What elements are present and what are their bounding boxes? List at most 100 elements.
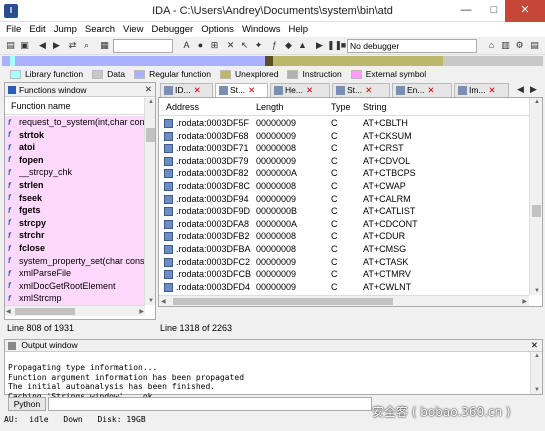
open-icon[interactable]: ▤ [4, 39, 17, 52]
function-name-column-header[interactable]: Function name [5, 98, 145, 115]
menu-edit[interactable]: Edit [29, 24, 45, 35]
graph-icon[interactable]: ⊞ [208, 39, 221, 52]
tab-close-icon[interactable]: ✕ [306, 85, 313, 95]
struct-icon[interactable]: ◆ [282, 39, 295, 52]
string-row[interactable]: .rodata:0003DFC2 00000009 C AT+CTASK [159, 256, 529, 269]
function-row[interactable]: f strchr [5, 229, 145, 242]
function-icon: f [8, 142, 11, 152]
output-window-close-icon[interactable]: ✕ [531, 340, 538, 351]
function-row[interactable]: f fclose [5, 241, 145, 255]
tab-close-icon[interactable]: ✕ [427, 85, 434, 95]
python-input[interactable] [48, 397, 372, 411]
tab-close-icon[interactable]: ✕ [194, 85, 201, 95]
tab-hex-view[interactable]: He... ✕ [270, 83, 330, 97]
tab-imports[interactable]: Im... ✕ [454, 83, 509, 97]
function-row[interactable]: f __strcpy_chk [5, 166, 145, 179]
functions-list[interactable]: f request_to_system(int,char const *,char… [5, 116, 145, 306]
functions-hscroll[interactable]: ◀ ▶ [5, 305, 145, 316]
string-row[interactable]: .rodata:0003DFCB 00000009 C AT+CTMRV [159, 268, 529, 281]
menu-search[interactable]: Search [85, 24, 115, 35]
strings-list[interactable]: .rodata:0003DF5F 00000009 C AT+CBLTH .rodata… [159, 117, 529, 295]
string-column-header[interactable]: String [363, 98, 387, 116]
pointer-icon[interactable]: ↖ [238, 39, 251, 52]
address-column-header[interactable]: Address [166, 98, 199, 116]
data-icon[interactable]: ● [194, 39, 207, 52]
menu-help[interactable]: Help [288, 24, 308, 35]
strings-hscroll-thumb[interactable] [173, 298, 393, 305]
string-row[interactable]: .rodata:0003DFB2 00000008 C AT+CDUR [159, 230, 529, 243]
output-vscroll[interactable]: ▲ ▼ [530, 352, 542, 394]
search-combo[interactable] [113, 39, 173, 53]
tab-close-icon[interactable]: ✕ [365, 85, 372, 95]
tab-close-icon[interactable]: ✕ [489, 85, 496, 95]
save-icon[interactable]: ▣ [18, 39, 31, 52]
function-row[interactable]: f xmlDocGetRootElement [5, 279, 145, 293]
function-row[interactable]: f strtok [5, 128, 145, 142]
functions-vscroll-thumb[interactable] [146, 128, 155, 142]
menu-file[interactable]: File [6, 24, 21, 35]
string-row[interactable]: .rodata:0003DF5F 00000009 C AT+CBLTH [159, 117, 529, 130]
minimize-button[interactable]: — [452, 0, 480, 22]
length-column-header[interactable]: Length [256, 98, 284, 116]
function-row[interactable]: f fopen [5, 153, 145, 167]
functions-hscroll-thumb[interactable] [15, 308, 75, 315]
menu-options[interactable]: Options [201, 24, 234, 35]
strings-vscroll[interactable]: ▲ ▼ [529, 98, 542, 295]
run-icon[interactable]: ▶ [313, 39, 326, 52]
string-row[interactable]: .rodata:0003DF71 00000008 C AT+CRST [159, 142, 529, 155]
function-row[interactable]: f xmlStrcmp [5, 292, 145, 305]
settings-icon[interactable]: ⚙ [513, 39, 526, 52]
python-button[interactable]: Python [8, 397, 46, 411]
tab-enums[interactable]: En... ✕ [392, 83, 452, 97]
wand-icon[interactable]: ✦ [252, 39, 265, 52]
undefine-icon[interactable]: ✕ [224, 39, 237, 52]
function-row[interactable]: f strcpy [5, 216, 145, 230]
function-row[interactable]: f strlen [5, 178, 145, 192]
functions-window-close-icon[interactable]: ✕ [145, 84, 152, 95]
functions-vscroll[interactable]: ▲ ▼ [144, 98, 155, 305]
function-row[interactable]: f request_to_system(int,char const *,char… [5, 116, 145, 129]
back-icon[interactable]: ◀ [36, 39, 49, 52]
type-column-header[interactable]: Type [331, 98, 351, 116]
binary-icon[interactable]: ▦ [98, 39, 111, 52]
menu-jump[interactable]: Jump [54, 24, 77, 35]
close-button[interactable]: ✕ [505, 0, 545, 22]
string-row[interactable]: .rodata:0003DF8C 00000008 C AT+CWAP [159, 180, 529, 193]
string-row[interactable]: .rodata:0003DF94 00000009 C AT+CALRM [159, 193, 529, 206]
jump-icon[interactable]: ⇄ [66, 39, 79, 52]
debugger-select[interactable]: No debugger [347, 39, 477, 53]
string-row[interactable]: .rodata:0003DFA8 0000000A C AT+CDCONT [159, 218, 529, 231]
function-row[interactable]: f xmlParseFile [5, 267, 145, 280]
attach-icon[interactable]: ⌂ [485, 39, 498, 52]
menu-view[interactable]: View [123, 24, 143, 35]
tab-structures[interactable]: St... ✕ [332, 83, 390, 97]
maximize-button[interactable]: □ [480, 0, 508, 22]
function-icon[interactable]: ƒ [268, 39, 281, 52]
string-row[interactable]: .rodata:0003DFBA 00000008 C AT+CMSG [159, 243, 529, 256]
string-row[interactable]: .rodata:0003DF82 0000000A C AT+CTBCPS [159, 167, 529, 180]
strings-vscroll-thumb[interactable] [532, 205, 541, 217]
function-row[interactable]: f fgets [5, 204, 145, 217]
menu-windows[interactable]: Windows [242, 24, 281, 35]
tab-scroll-right-icon[interactable]: ▶ [527, 83, 540, 96]
string-row[interactable]: .rodata:0003DF9D 0000000B C AT+CATLIST [159, 205, 529, 218]
layout-icon[interactable]: ▥ [499, 39, 512, 52]
string-row[interactable]: .rodata:0003DF79 00000009 C AT+CDVOL [159, 155, 529, 168]
tab-scroll-left-icon[interactable]: ◀ [514, 83, 527, 96]
tab-ida-view[interactable]: ID... ✕ [160, 83, 213, 97]
enum-icon[interactable]: ▲ [296, 39, 309, 52]
tab-strings[interactable]: St... ✕ [215, 83, 268, 98]
more-icon[interactable]: ▤ [528, 39, 541, 52]
forward-icon[interactable]: ▶ [50, 39, 63, 52]
function-row[interactable]: f atoi [5, 141, 145, 154]
code-icon[interactable]: A [180, 39, 193, 52]
search-icon[interactable]: ⌕ [80, 39, 93, 52]
tab-close-icon[interactable]: ✕ [248, 85, 255, 95]
function-row[interactable]: f fseek [5, 191, 145, 205]
function-row[interactable]: f system_property_set(char const *,char c… [5, 254, 145, 268]
menu-debugger[interactable]: Debugger [151, 24, 193, 35]
string-row[interactable]: .rodata:0003DF68 00000009 C AT+CKSUM [159, 130, 529, 143]
strings-hscroll[interactable]: ◀ ▶ [159, 295, 529, 306]
string-row[interactable]: .rodata:0003DFD4 00000009 C AT+CWLNT [159, 281, 529, 294]
navigation-band[interactable] [2, 56, 543, 66]
